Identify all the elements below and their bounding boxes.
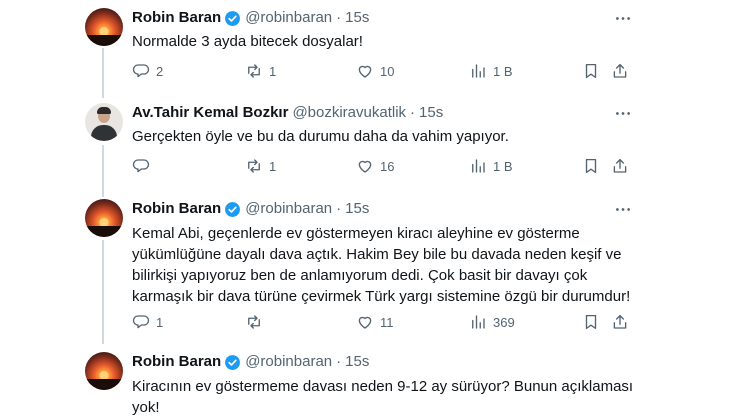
- view-count: 1 B: [493, 158, 513, 174]
- author-name[interactable]: Robin Baran: [132, 9, 221, 27]
- bookmark-button[interactable]: [582, 156, 600, 176]
- tweet[interactable]: Robin Baran @robinbaran · 15s Normalde 3…: [0, 0, 730, 95]
- bookmark-button[interactable]: [582, 312, 600, 332]
- like-count: 11: [380, 314, 394, 330]
- like-button[interactable]: 16: [356, 156, 394, 176]
- views-button[interactable]: 369: [469, 312, 515, 332]
- views-button[interactable]: 1 B: [469, 61, 513, 81]
- like-count: 16: [380, 158, 395, 174]
- verified-badge-icon: [224, 10, 241, 27]
- reply-button[interactable]: 1: [132, 312, 163, 332]
- timestamp[interactable]: 15s: [419, 104, 443, 122]
- reply-icon: [132, 159, 150, 173]
- avatar[interactable]: [85, 103, 123, 141]
- tweet-text: Normalde 3 ayda bitecek dosyalar!: [132, 33, 363, 50]
- bookmark-icon: [585, 314, 597, 330]
- tweet[interactable]: Av.Tahir Kemal Bozkır @bozkiravukatlik ·…: [0, 96, 730, 191]
- tweet[interactable]: Robin Baran @robinbaran · 15s Kiracının …: [0, 344, 730, 420]
- more-options-icon[interactable]: [612, 104, 634, 122]
- share-button[interactable]: [611, 61, 629, 81]
- views-chart-icon: [472, 315, 485, 329]
- share-icon: [613, 63, 627, 78]
- like-count: 10: [380, 63, 395, 79]
- tweet-header: Robin Baran @robinbaran · 15s: [132, 200, 369, 218]
- separator-dot: ·: [410, 104, 416, 121]
- views-button[interactable]: 1 B: [469, 156, 513, 176]
- heart-icon: [358, 160, 372, 173]
- retweet-count: 1: [269, 158, 277, 174]
- avatar[interactable]: [85, 199, 123, 237]
- view-count: 1 B: [493, 63, 513, 79]
- bookmark-button[interactable]: [582, 61, 600, 81]
- author-handle[interactable]: @robinbaran: [245, 353, 332, 371]
- retweet-count: 1: [269, 63, 277, 79]
- more-options-icon[interactable]: [612, 200, 634, 218]
- retweet-icon: [248, 315, 260, 329]
- author-name[interactable]: Robin Baran: [132, 200, 221, 218]
- tweet-header: Robin Baran @robinbaran · 15s: [132, 353, 369, 371]
- share-icon: [613, 314, 627, 329]
- author-handle[interactable]: @bozkiravukatlik: [292, 104, 406, 122]
- timestamp[interactable]: 15s: [345, 9, 369, 27]
- tweet-header: Av.Tahir Kemal Bozkır @bozkiravukatlik ·…: [132, 104, 443, 122]
- retweet-button[interactable]: [245, 312, 269, 332]
- retweet-button[interactable]: 1: [245, 61, 276, 81]
- tweet[interactable]: Robin Baran @robinbaran · 15s Kemal Abi,…: [0, 192, 730, 342]
- tweet-actions: 1 16 1 B: [132, 156, 632, 176]
- verified-badge-icon: [224, 354, 241, 371]
- tweet-text: Kemal Abi, geçenlerde ev göstermeyen kir…: [132, 225, 631, 305]
- reply-button[interactable]: 2: [132, 61, 163, 81]
- share-button[interactable]: [611, 312, 629, 332]
- tweet-actions: 1 11 369: [132, 312, 632, 332]
- reply-count: 1: [156, 314, 164, 330]
- view-count: 369: [493, 314, 515, 330]
- views-chart-icon: [472, 159, 485, 173]
- bookmark-icon: [585, 63, 597, 79]
- reply-button[interactable]: [132, 156, 156, 176]
- heart-icon: [358, 316, 372, 329]
- separator-dot: ·: [336, 9, 342, 26]
- share-button[interactable]: [611, 156, 629, 176]
- author-handle[interactable]: @robinbaran: [245, 9, 332, 27]
- tweet-header: Robin Baran @robinbaran · 15s: [132, 9, 369, 27]
- retweet-icon: [248, 159, 260, 173]
- verified-badge-icon: [224, 201, 241, 218]
- separator-dot: ·: [336, 353, 342, 370]
- views-chart-icon: [472, 64, 485, 78]
- separator-dot: ·: [336, 200, 342, 217]
- more-options-icon[interactable]: [612, 9, 634, 27]
- author-handle[interactable]: @robinbaran: [245, 200, 332, 218]
- share-icon: [613, 158, 627, 173]
- bookmark-icon: [585, 158, 597, 174]
- tweet-text: Gerçekten öyle ve bu da durumu daha da v…: [132, 128, 509, 145]
- like-button[interactable]: 11: [356, 312, 394, 332]
- like-button[interactable]: 10: [356, 61, 394, 81]
- retweet-icon: [248, 64, 260, 78]
- tweet-text: Kiracının ev göstermeme davası neden 9-1…: [132, 378, 634, 416]
- retweet-button[interactable]: 1: [245, 156, 276, 176]
- timestamp[interactable]: 15s: [345, 353, 369, 371]
- reply-count: 2: [156, 63, 164, 79]
- reply-icon: [132, 315, 150, 329]
- author-name[interactable]: Av.Tahir Kemal Bozkır: [132, 104, 288, 122]
- timestamp[interactable]: 15s: [345, 200, 369, 218]
- tweet-actions: 2 1 10 1 B: [132, 61, 632, 81]
- avatar[interactable]: [85, 352, 123, 390]
- avatar[interactable]: [85, 8, 123, 46]
- reply-icon: [132, 64, 150, 78]
- author-name[interactable]: Robin Baran: [132, 353, 221, 371]
- heart-icon: [358, 65, 372, 78]
